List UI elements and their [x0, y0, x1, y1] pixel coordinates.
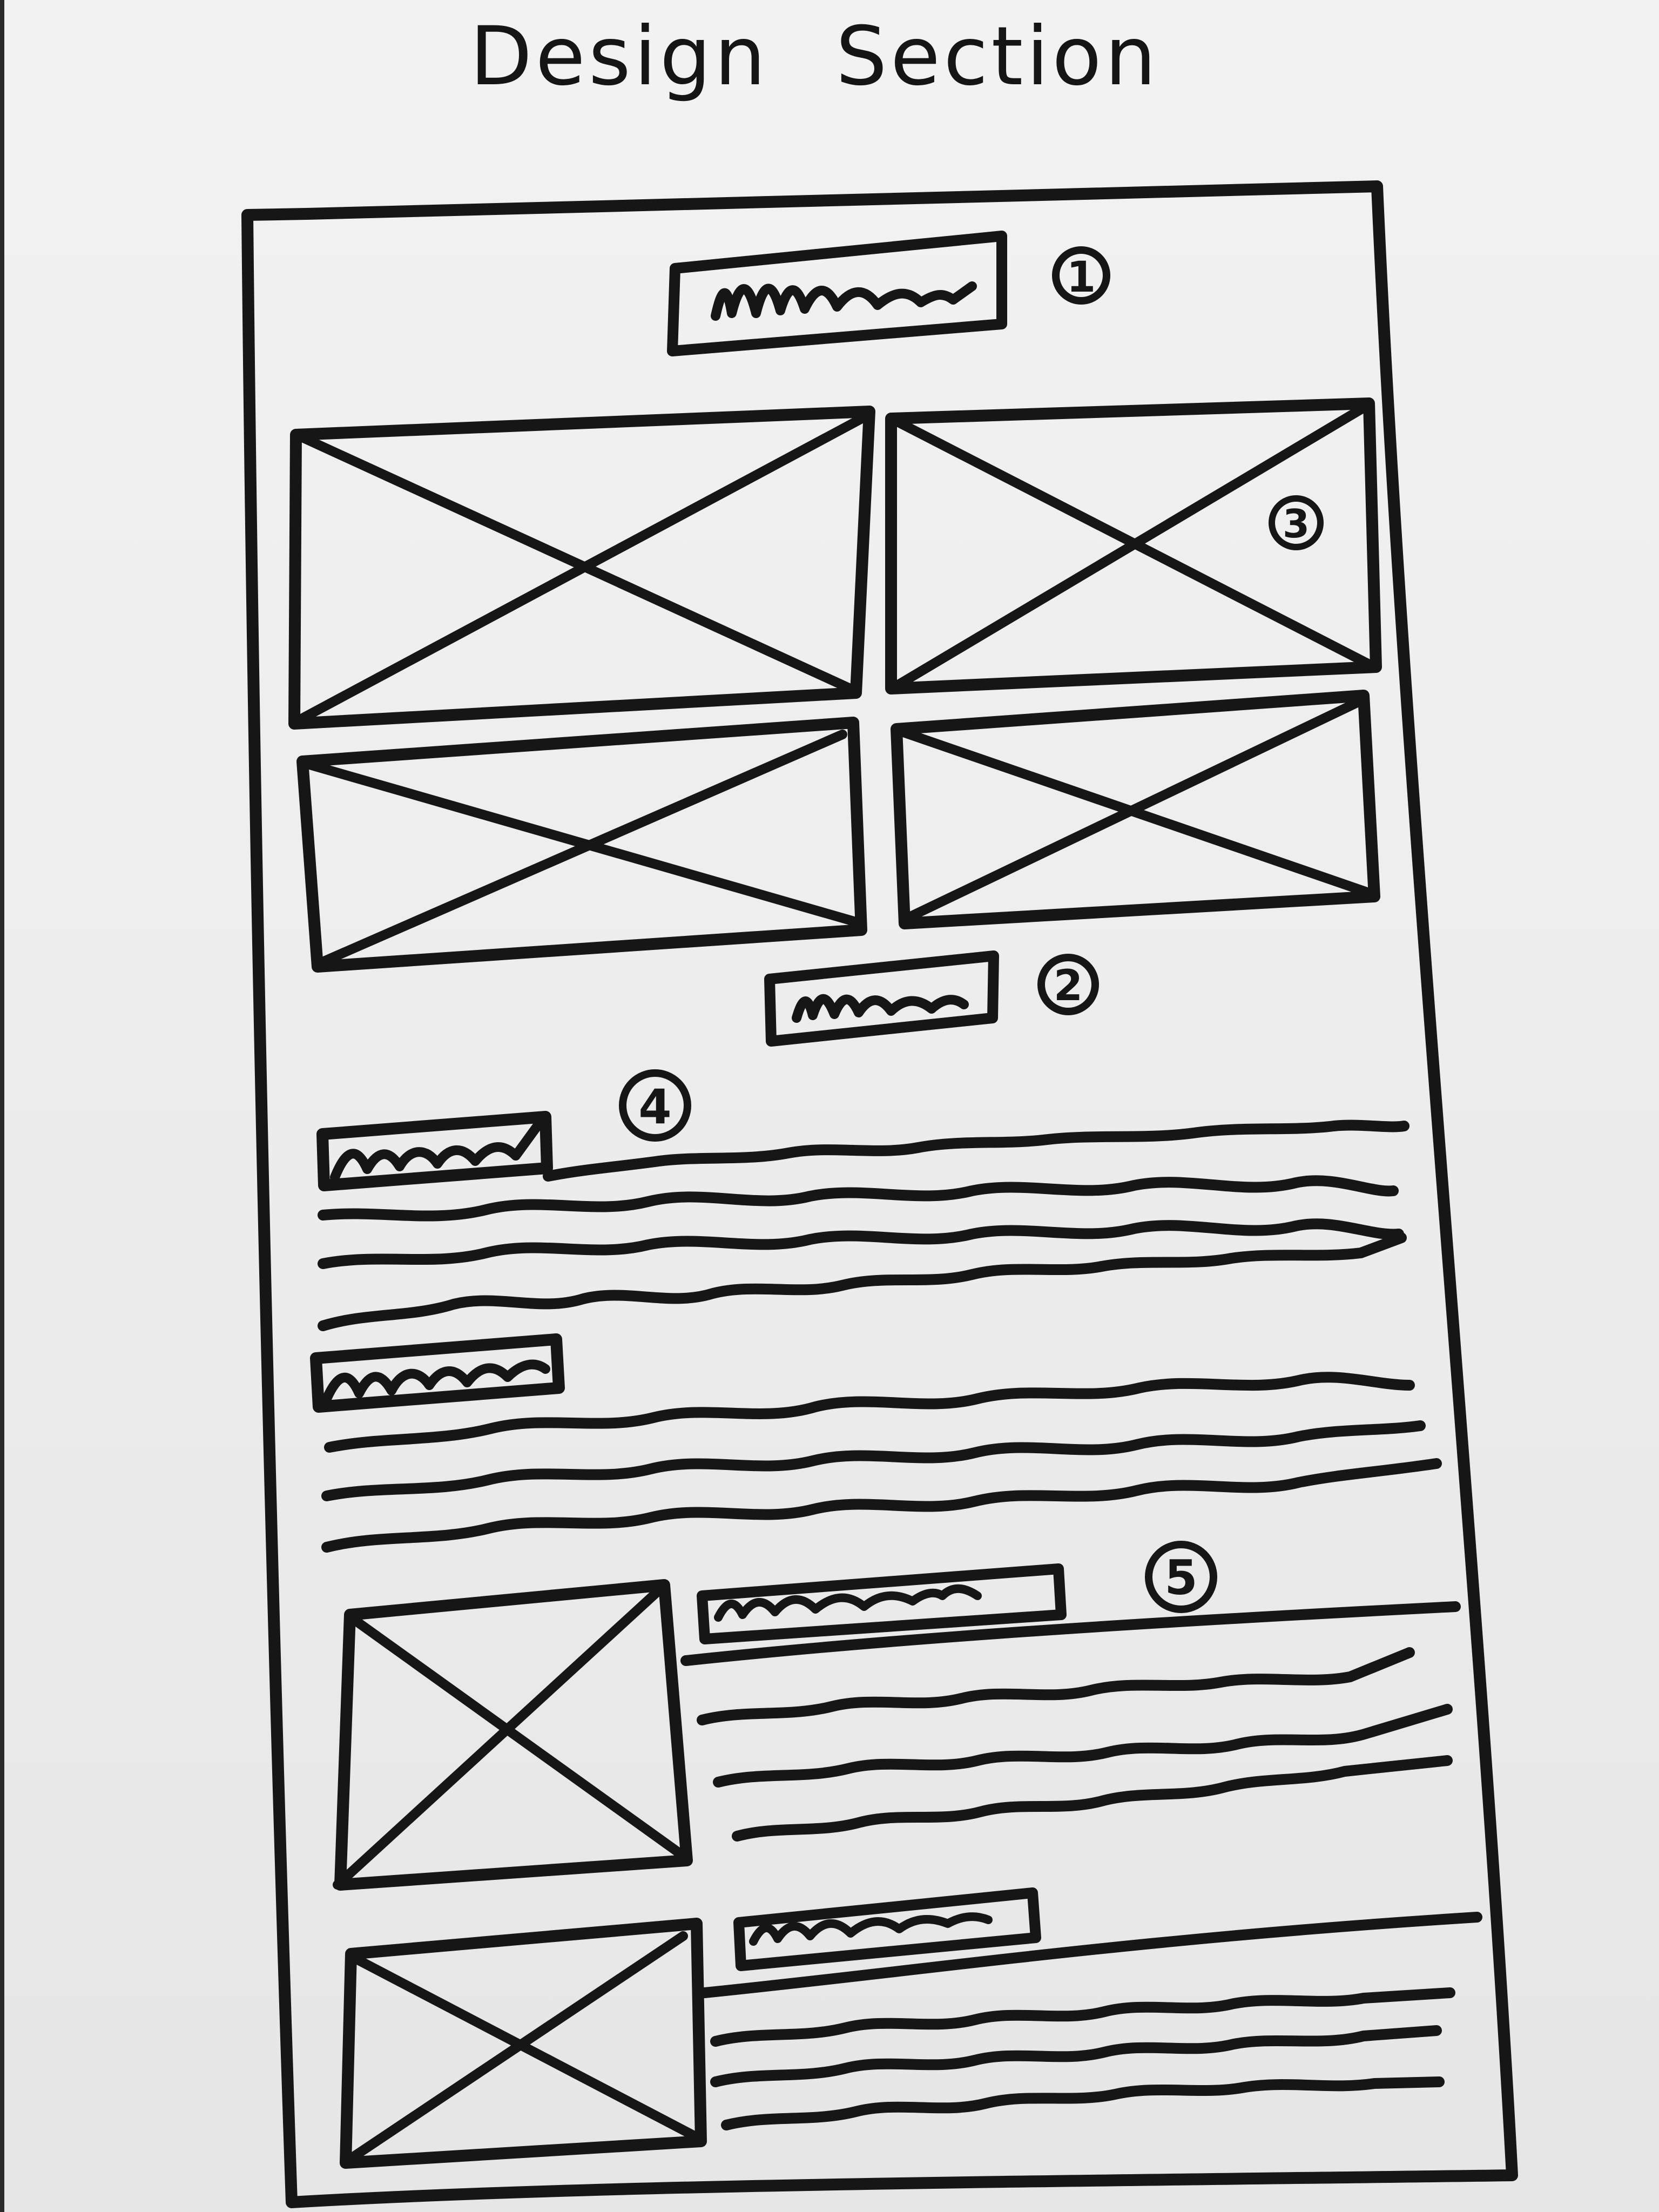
crossed-box-icon [897, 697, 1377, 923]
media-list-item [333, 1563, 1461, 1891]
text-section [316, 1111, 1410, 1331]
annotation-number-3: 3 [1283, 501, 1310, 547]
paragraph-line [697, 1647, 1415, 1725]
annotation-number-2: 2 [1054, 962, 1083, 1010]
scribble-line [792, 994, 969, 1023]
text-section [310, 1333, 1442, 1553]
section-heading-placeholder [764, 950, 999, 1047]
annotation-number-4: 4 [638, 1079, 671, 1135]
wireframe-sketch: 1 3 2 4 5 [241, 180, 1518, 2208]
paragraph-line [710, 1987, 1455, 2047]
image-placeholder [296, 717, 867, 973]
crossed-box-icon [298, 411, 872, 723]
image-placeholder [340, 1918, 707, 2169]
annotation-number-1: 1 [1067, 253, 1096, 302]
paragraph-line [721, 2076, 1445, 2130]
crossed-box-icon [333, 1586, 691, 1890]
media-list-item [340, 1887, 1482, 2169]
image-grid [288, 397, 1382, 973]
image-placeholder [288, 406, 875, 730]
crossed-box-icon [343, 1931, 704, 2165]
scribble-line [711, 281, 977, 321]
image-placeholder [891, 690, 1380, 929]
image-placeholder [333, 1579, 693, 1891]
paragraph-line [318, 1175, 1399, 1222]
annotation-number-5: 5 [1164, 1550, 1197, 1606]
crossed-box-icon [303, 730, 866, 966]
paragraph-line [710, 2025, 1442, 2087]
header-title-placeholder [667, 231, 1007, 356]
